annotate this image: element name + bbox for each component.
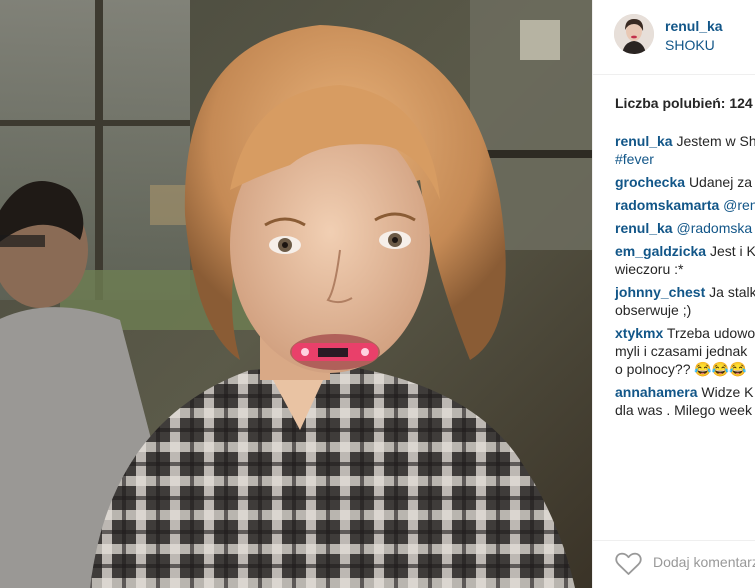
comment-author[interactable]: xtykmx <box>615 325 663 341</box>
comment-author[interactable]: renul_ka <box>615 133 673 149</box>
avatar-image <box>614 14 654 54</box>
comment-text: Ja stalk <box>709 284 755 300</box>
post-photo-image <box>0 0 592 588</box>
comment-text: wieczoru :* <box>615 261 684 277</box>
add-comment-input[interactable]: Dodaj komentarz... <box>653 554 755 570</box>
likes-count[interactable]: Liczba polubień: 124 <box>615 95 753 111</box>
post-author[interactable]: renul_ka <box>665 18 723 34</box>
comment-text: obserwuje ;) <box>615 302 692 318</box>
comment-text: Trzeba udowo <box>666 325 755 341</box>
comment-text: o polnocy?? 😂😂😂 <box>615 361 747 377</box>
comment-item: em_galdzicka Jest i K wieczoru :* <box>615 242 755 278</box>
comment-text: dla was . Milego week <box>615 402 752 418</box>
comment-author[interactable]: grochecka <box>615 174 685 190</box>
post-header: renul_ka SHOKU <box>593 0 755 75</box>
comment-item: renul_ka Jestem w Sh #fever <box>615 132 755 168</box>
comment-author[interactable]: em_galdzicka <box>615 243 706 259</box>
comment-mention[interactable]: @renu <box>723 197 755 213</box>
post-location[interactable]: SHOKU <box>665 37 715 53</box>
comment-list: renul_ka Jestem w Sh #fever grochecka Ud… <box>615 132 755 424</box>
comment-item: xtykmx Trzeba udowo myli i czasami jedna… <box>615 324 755 378</box>
avatar[interactable] <box>614 14 654 54</box>
comment-text: Udanej za <box>688 174 752 190</box>
comment-text: Jestem w Sh <box>676 133 755 149</box>
comment-author[interactable]: johnny_chest <box>615 284 705 300</box>
comment-hashtag[interactable]: #fever <box>615 151 654 167</box>
comment-mention[interactable]: @radomska <box>676 220 752 236</box>
comment-text: myli i czasami jednak <box>615 343 748 359</box>
comment-text: Widze K <box>701 384 754 400</box>
comment-item: radomskamarta @renu <box>615 196 755 214</box>
comment-item: renul_ka @radomska <box>615 219 755 237</box>
comment-author[interactable]: renul_ka <box>615 220 673 236</box>
comment-item: grochecka Udanej za <box>615 173 755 191</box>
post-photo[interactable] <box>0 0 592 588</box>
comment-item: johnny_chest Ja stalk obserwuje ;) <box>615 283 755 319</box>
post-details-panel: renul_ka SHOKU Liczba polubień: 124 renu… <box>592 0 755 588</box>
comment-footer: Dodaj komentarz... <box>593 540 755 588</box>
comment-author[interactable]: radomskamarta <box>615 197 719 213</box>
comment-item: annahamera Widze K dla was . Milego week <box>615 383 755 419</box>
comment-author[interactable]: annahamera <box>615 384 697 400</box>
heart-outline-icon[interactable] <box>615 552 642 576</box>
comment-text: Jest i K <box>709 243 755 259</box>
